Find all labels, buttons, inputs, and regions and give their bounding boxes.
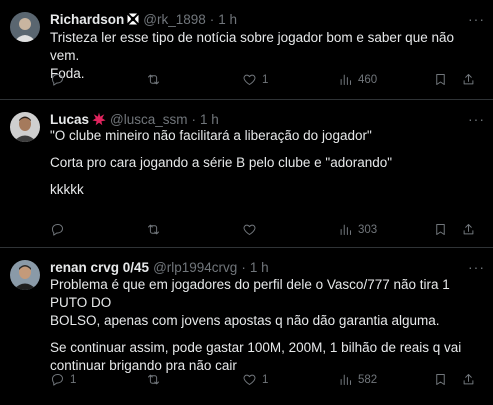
view-count: 582	[358, 373, 378, 386]
red-burst-icon	[92, 112, 106, 126]
view-count: 460	[358, 73, 378, 86]
more-options-icon[interactable]: ···	[468, 260, 485, 274]
timestamp[interactable]: 1 h	[200, 112, 219, 127]
share-icon	[463, 224, 474, 235]
separator-dot: ·	[191, 111, 197, 127]
more-options-icon[interactable]: ···	[468, 112, 485, 126]
heart-icon	[243, 74, 256, 85]
avatar-image	[10, 260, 40, 290]
views-button[interactable]: 460	[338, 72, 377, 87]
separator-dot: ·	[209, 11, 215, 27]
views-chart-icon	[340, 74, 351, 85]
retweet-button[interactable]	[146, 72, 166, 87]
tweet-line: BOLSO, apenas com jovens apostas q não d…	[50, 313, 440, 328]
view-count: 303	[358, 223, 378, 236]
timestamp[interactable]: 1 h	[218, 12, 237, 27]
reply-icon	[52, 374, 63, 386]
avatar-image	[10, 12, 40, 42]
tweet-item[interactable]: Lucas @lusca_ssm · 1 h ··· "O clube mine…	[0, 100, 493, 248]
like-count: 1	[262, 73, 269, 86]
heart-icon	[243, 374, 256, 385]
club-crest-icon	[127, 13, 140, 25]
tweet-text: "O clube mineiro não facilitará a libera…	[50, 127, 483, 199]
like-button[interactable]	[242, 222, 262, 237]
more-options-icon[interactable]: ···	[468, 12, 485, 26]
share-button[interactable]	[461, 222, 476, 237]
tweet-feed: Richardson @rk_1898 · 1 h ··· Tristeza l…	[0, 0, 493, 405]
reply-count: 1	[70, 373, 77, 386]
user-handle[interactable]: @rlp1994crvg	[153, 260, 237, 275]
bookmark-button[interactable]	[433, 222, 448, 237]
reply-button[interactable]	[50, 72, 70, 87]
tweet-header: renan crvg 0/45 @rlp1994crvg · 1 h	[50, 258, 483, 276]
retweet-icon	[148, 374, 159, 385]
tweet-line: Tristeza ler esse tipo de notícia sobre …	[50, 30, 458, 63]
display-name[interactable]: Richardson	[50, 12, 124, 27]
tweet-line: "O clube mineiro não facilitará a libera…	[50, 128, 372, 143]
tweet-line: kkkkk	[50, 182, 84, 197]
timestamp[interactable]: 1 h	[250, 260, 269, 275]
retweet-button[interactable]	[146, 372, 166, 387]
reply-button[interactable]	[50, 222, 70, 237]
action-bar: 1 460	[50, 72, 483, 90]
like-button[interactable]: 1	[242, 372, 268, 387]
bookmark-icon	[436, 224, 445, 235]
tweet-line: Corta pro cara jogando a série B pelo cl…	[50, 155, 393, 170]
bookmark-icon	[436, 74, 445, 85]
share-icon	[463, 374, 474, 385]
avatar[interactable]	[10, 112, 40, 142]
tweet-item[interactable]: renan crvg 0/45 @rlp1994crvg · 1 h ··· P…	[0, 248, 493, 405]
share-button[interactable]	[461, 372, 476, 387]
separator-dot: ·	[241, 259, 246, 275]
heart-icon	[243, 224, 256, 235]
views-chart-icon	[340, 224, 351, 235]
like-button[interactable]: 1	[242, 72, 268, 87]
avatar[interactable]	[10, 12, 40, 42]
user-handle[interactable]: @lusca_ssm	[110, 112, 187, 127]
share-button[interactable]	[461, 72, 476, 87]
views-button[interactable]: 582	[338, 372, 377, 387]
retweet-icon	[148, 224, 159, 235]
user-handle[interactable]: @rk_1898	[143, 12, 206, 27]
action-bar: 1 1 582	[50, 372, 483, 390]
tweet-header: Richardson @rk_1898 · 1 h	[50, 10, 483, 28]
bookmark-icon	[436, 374, 445, 385]
display-name[interactable]: renan crvg 0/45	[50, 260, 149, 275]
views-button[interactable]: 303	[338, 222, 377, 237]
tweet-header: Lucas @lusca_ssm · 1 h	[50, 110, 483, 128]
tweet-item[interactable]: Richardson @rk_1898 · 1 h ··· Tristeza l…	[0, 0, 493, 100]
avatar[interactable]	[10, 260, 40, 290]
tweet-line: Problema é que em jogadores do perfil de…	[50, 277, 454, 310]
action-bar: 303	[50, 222, 483, 240]
display-name[interactable]: Lucas	[50, 112, 89, 127]
retweet-button[interactable]	[146, 222, 166, 237]
bookmark-button[interactable]	[433, 72, 448, 87]
like-count: 1	[262, 373, 269, 386]
tweet-line: Se continuar assim, pode gastar 100M, 20…	[50, 340, 462, 355]
reply-button[interactable]: 1	[50, 372, 76, 387]
tweet-text: Problema é que em jogadores do perfil de…	[50, 276, 483, 375]
share-icon	[463, 74, 474, 85]
reply-icon	[52, 74, 63, 86]
retweet-icon	[148, 74, 159, 85]
views-chart-icon	[340, 374, 351, 385]
avatar-image	[10, 112, 40, 142]
bookmark-button[interactable]	[433, 372, 448, 387]
reply-icon	[52, 224, 63, 236]
